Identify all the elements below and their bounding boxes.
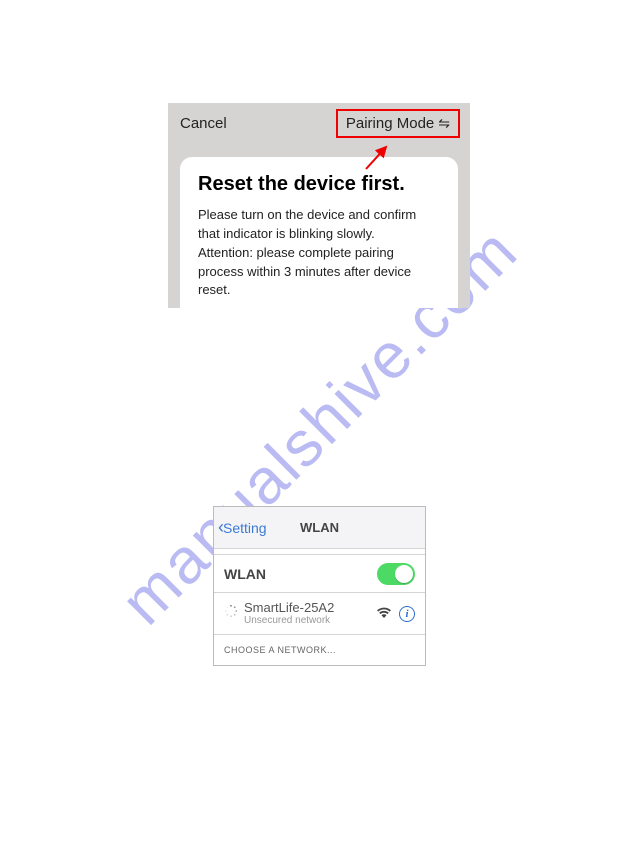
pairing-desc-2: Attention: please complete pairing proce… — [198, 245, 411, 298]
pairing-desc-1: Please turn on the device and confirm th… — [198, 207, 416, 241]
pairing-panel: Cancel Pairing Mode ⇋ Reset the device f… — [168, 103, 470, 308]
wlan-toggle-label: WLAN — [224, 566, 266, 582]
pairing-mode-button[interactable]: Pairing Mode ⇋ — [336, 109, 460, 138]
wlan-toggle[interactable] — [377, 563, 415, 585]
swap-icon: ⇋ — [438, 115, 450, 132]
wlan-nav-bar: ‹ Setting WLAN — [214, 507, 425, 549]
cancel-button[interactable]: Cancel — [180, 115, 227, 132]
back-label: Setting — [223, 520, 267, 536]
pairing-header: Cancel Pairing Mode ⇋ — [168, 103, 470, 143]
network-text: SmartLife-25A2 Unsecured network — [244, 601, 371, 626]
connected-network-row[interactable]: SmartLife-25A2 Unsecured network i — [214, 593, 425, 635]
info-icon[interactable]: i — [399, 606, 415, 622]
pairing-title: Reset the device first. — [198, 173, 440, 196]
spinner-icon — [224, 604, 238, 623]
annotation-arrow-icon — [362, 143, 392, 173]
toggle-knob — [395, 565, 413, 583]
wlan-toggle-row: WLAN — [214, 555, 425, 593]
network-security: Unsecured network — [244, 615, 371, 626]
pairing-desc: Please turn on the device and confirm th… — [198, 206, 440, 300]
back-button[interactable]: ‹ Setting — [218, 517, 267, 538]
pairing-card: Reset the device first. Please turn on t… — [180, 157, 458, 308]
wlan-settings-panel: ‹ Setting WLAN WLAN SmartLife-25A2 Unsec… — [213, 506, 426, 666]
wlan-nav-title: WLAN — [300, 520, 339, 535]
pairing-mode-label: Pairing Mode — [346, 115, 434, 132]
network-name: SmartLife-25A2 — [244, 601, 371, 615]
choose-network-label: CHOOSE A NETWORK... — [214, 635, 425, 665]
wifi-icon — [377, 605, 391, 623]
